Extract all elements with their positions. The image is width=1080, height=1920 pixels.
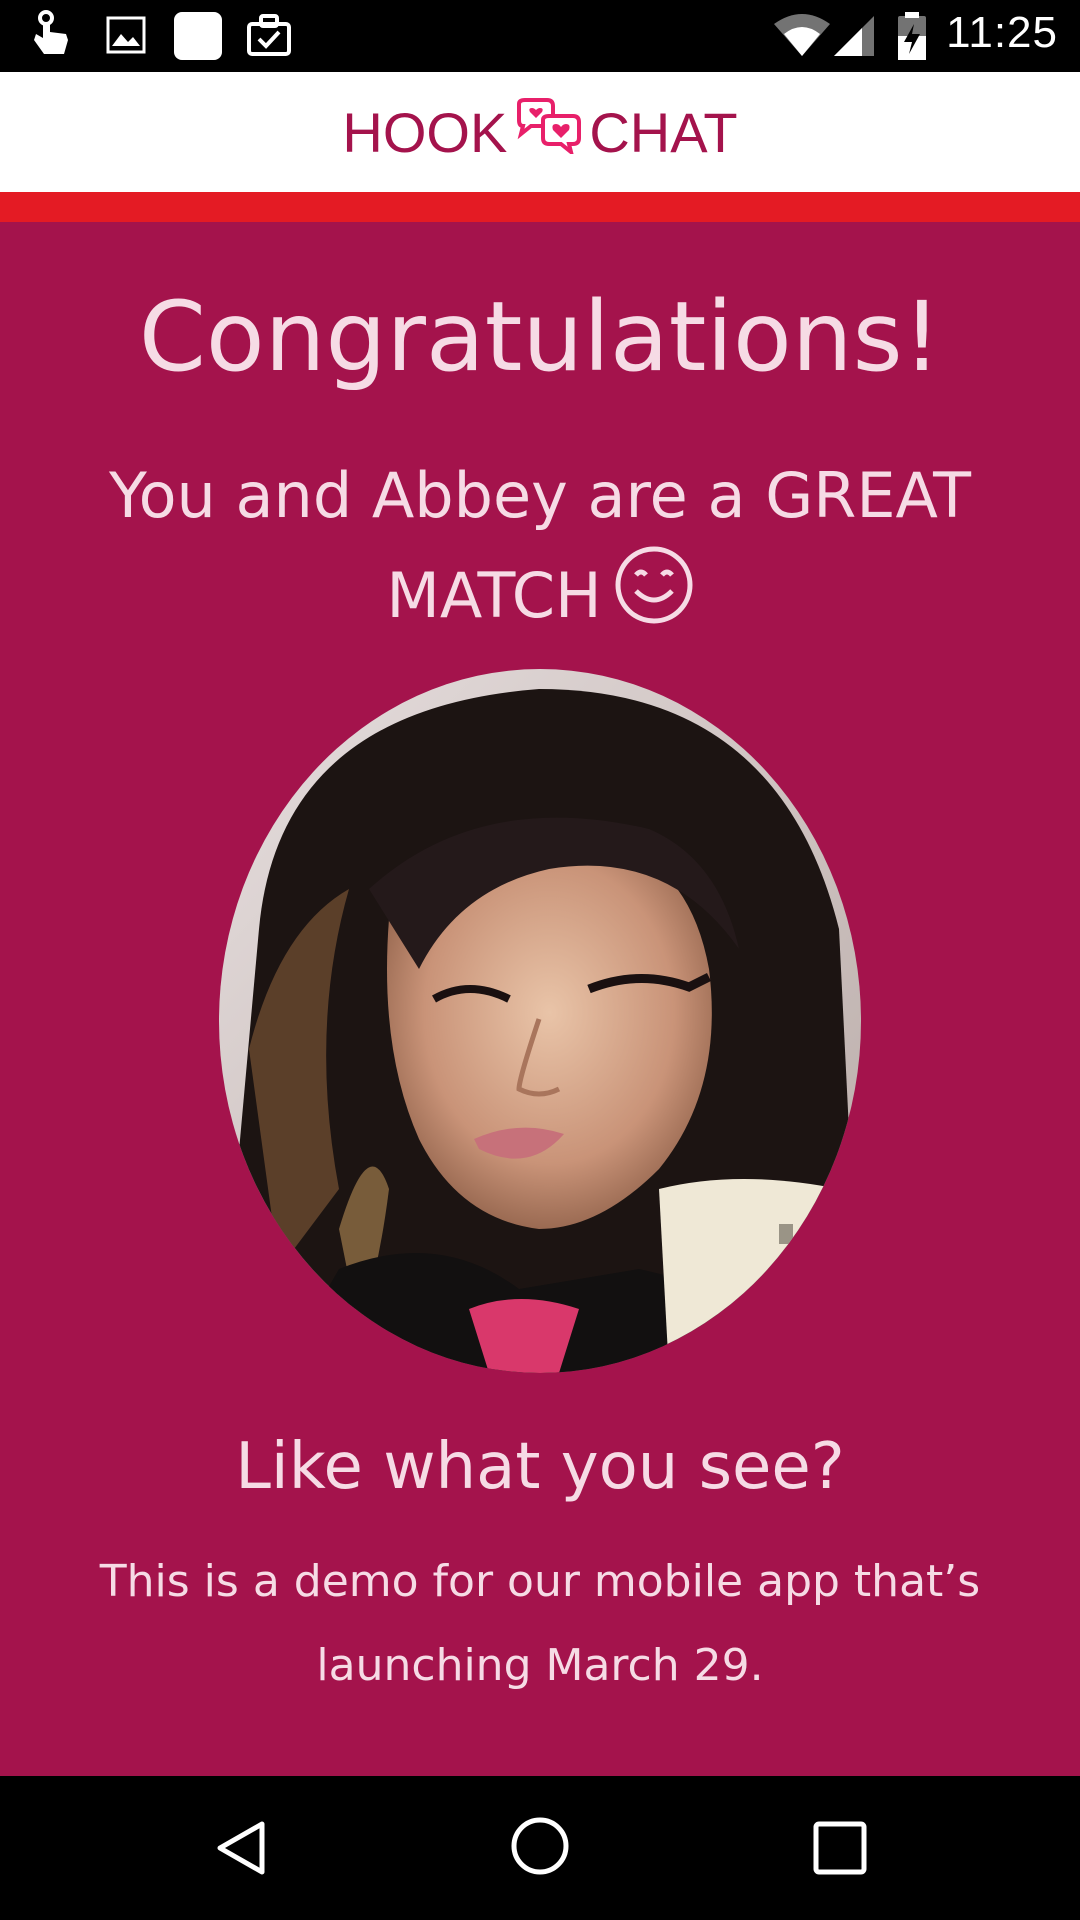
smiley-icon xyxy=(614,545,694,653)
app-header: HOOK CHAT xyxy=(0,72,1080,192)
status-time: 11:25 xyxy=(946,8,1058,57)
image-notification-icon xyxy=(106,16,146,58)
demo-description: This is a demo for our mobile app that’s… xyxy=(99,1556,981,1691)
status-bar: 11:25 xyxy=(0,0,1080,72)
match-message-text: You and Abbey are a GREAT MATCH xyxy=(108,459,972,632)
accent-bar xyxy=(0,192,1080,222)
recents-icon[interactable] xyxy=(812,1820,868,1880)
brand-logo[interactable]: HOOK CHAT xyxy=(0,72,1080,192)
home-icon[interactable] xyxy=(510,1816,570,1880)
profile-photo-abbey[interactable] xyxy=(219,669,861,1373)
wifi-icon xyxy=(772,14,832,62)
navigation-bar xyxy=(0,1776,1080,1920)
cell-signal-icon xyxy=(832,14,876,62)
back-icon[interactable] xyxy=(212,1818,272,1882)
like-question: Like what you see? xyxy=(235,1430,845,1504)
brand-name-right: CHAT xyxy=(589,100,738,164)
task-notification-icon xyxy=(246,12,292,62)
congratulations-title: Congratulations! xyxy=(138,281,942,393)
app-notification-icon xyxy=(172,10,224,66)
touch-notification-icon xyxy=(30,10,74,64)
brand-name-left: HOOK xyxy=(342,100,508,164)
match-message: You and Abbey are a GREAT MATCH xyxy=(60,447,1020,653)
chat-bubbles-heart-icon xyxy=(513,97,583,167)
battery-charging-icon xyxy=(896,10,928,66)
